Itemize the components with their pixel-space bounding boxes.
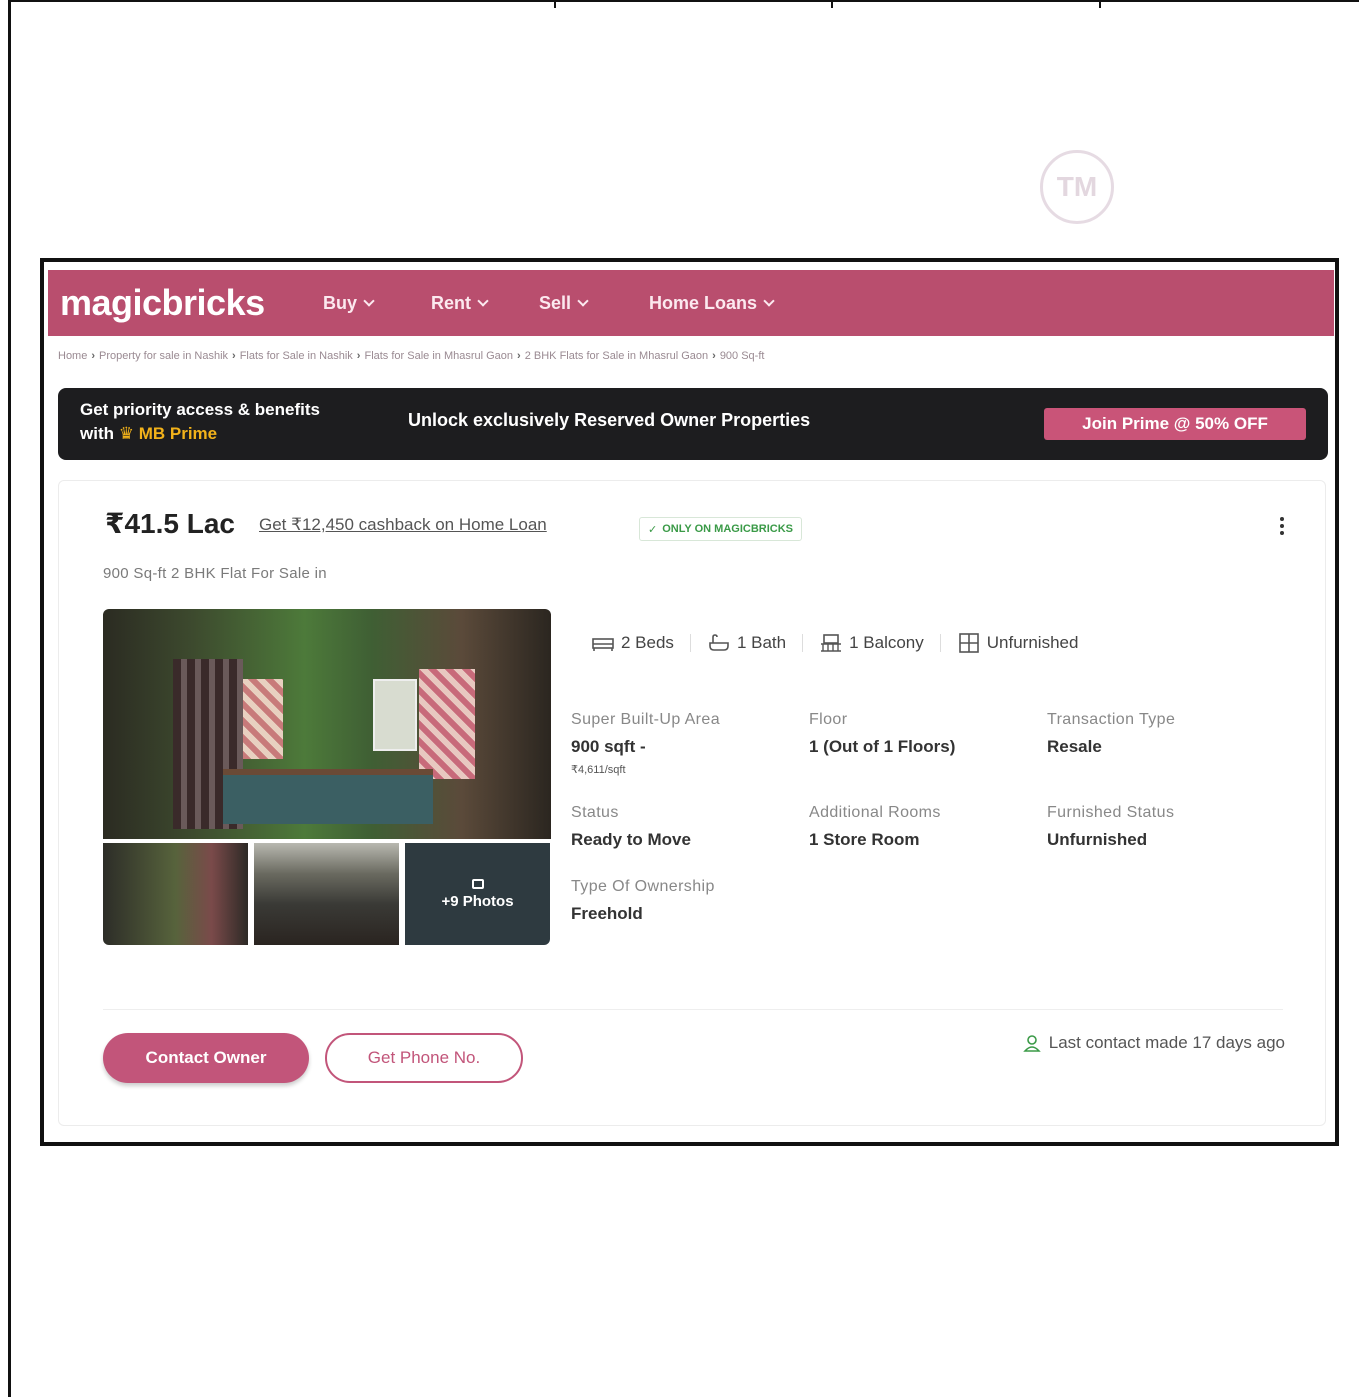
breadcrumb-link[interactable]: Flats for Sale in Mhasrul Gaon <box>364 350 513 362</box>
breadcrumb-link[interactable]: Flats for Sale in Nashik <box>240 350 353 362</box>
property-details: Super Built-Up Area 900 sqft - ₹4,611/sq… <box>571 711 1291 952</box>
badge-label: ONLY ON MAGICBRICKS <box>662 523 794 535</box>
feature-beds: 2 Beds <box>591 633 674 653</box>
logo[interactable]: magicbricks <box>60 282 320 324</box>
trademark-watermark: TM <box>1040 150 1114 224</box>
detail-value: Unfurnished <box>1047 830 1148 849</box>
price-per-sqft: ₹4,611/sqft <box>571 764 626 776</box>
more-photos-button[interactable]: +9 Photos <box>405 843 550 945</box>
detail-label: Furnished Status <box>1047 804 1175 821</box>
prime-benefits-text: Get priority access & benefits with ♛ MB… <box>80 398 320 446</box>
bath-icon <box>709 634 729 651</box>
prime-line1: Get priority access & benefits <box>80 400 320 419</box>
more-photos-label: +9 Photos <box>441 892 514 910</box>
furnishing-label: Unfurnished <box>986 633 1079 652</box>
nav-rent[interactable]: Rent <box>431 292 489 314</box>
last-contact-info: Last contact made 17 days ago <box>1022 1033 1285 1053</box>
balcony-icon <box>821 634 842 652</box>
nav-sell[interactable]: Sell <box>539 292 589 314</box>
detail-super-area: Super Built-Up Area 900 sqft - ₹4,611/sq… <box>571 711 809 776</box>
detail-floor: Floor 1 (Out of 1 Floors) <box>809 711 1047 776</box>
listing-subtitle: 900 Sq-ft 2 BHK Flat For Sale in <box>103 565 327 582</box>
nav-buy-label: Buy <box>323 292 358 313</box>
prime-headline: Unlock exclusively Reserved Owner Proper… <box>408 410 811 430</box>
chevron-down-icon <box>477 295 489 307</box>
divider <box>103 1009 1283 1010</box>
detail-furnished-status: Furnished Status Unfurnished <box>1047 804 1285 850</box>
listing-card: ₹41.5 Lac Get ₹12,450 cashback on Home L… <box>58 480 1326 1126</box>
balcony-label: 1 Balcony <box>849 633 924 652</box>
nav-buy[interactable]: Buy <box>323 292 375 314</box>
nav-rent-label: Rent <box>431 292 472 313</box>
detail-label: Type Of Ownership <box>571 878 715 895</box>
screenshot-panel: magicbricks Buy Rent Sell Home Loans Hom… <box>40 258 1339 1146</box>
breadcrumb-separator: › <box>232 350 236 362</box>
check-icon: ✓ <box>648 523 658 536</box>
nav-home-loans-label: Home Loans <box>649 292 758 313</box>
join-prime-button[interactable]: Join Prime @ 50% OFF <box>1044 408 1306 440</box>
detail-value: 1 (Out of 1 Floors) <box>809 737 956 756</box>
breadcrumb: Home › Property for sale in Nashik › Flats… <box>58 350 764 362</box>
detail-value: 1 Store Room <box>809 830 920 849</box>
photo-thumbnail[interactable] <box>103 843 248 945</box>
detail-label: Super Built-Up Area <box>571 711 721 728</box>
nav-sell-label: Sell <box>539 292 572 313</box>
photo-icon <box>471 878 484 889</box>
more-options-icon[interactable] <box>1279 517 1285 535</box>
detail-label: Floor <box>809 711 848 728</box>
detail-value: 900 sqft - <box>571 737 646 756</box>
prime-line2: with ♛ MB Prime <box>80 422 320 446</box>
breadcrumb-current: 900 Sq-ft <box>719 350 765 362</box>
detail-value: Ready to Move <box>571 830 691 849</box>
breadcrumb-link[interactable]: 2 BHK Flats for Sale in Mhasrul Gaon <box>525 350 708 362</box>
detail-transaction-type: Transaction Type Resale <box>1047 711 1285 776</box>
prime-with: with <box>80 424 114 443</box>
frame-tick <box>1099 2 1101 8</box>
main-photo[interactable] <box>103 609 551 839</box>
crown-icon: ♛ <box>118 424 134 443</box>
breadcrumb-link[interactable]: Property for sale in Nashik <box>99 350 228 362</box>
nav-home-loans[interactable]: Home Loans <box>649 292 775 314</box>
breadcrumb-separator: › <box>712 350 716 362</box>
bed-icon <box>592 638 614 651</box>
chevron-down-icon <box>577 295 589 307</box>
breadcrumb-separator: › <box>91 350 96 362</box>
bath-label: 1 Bath <box>736 633 787 652</box>
last-contact-text: Last contact made 17 days ago <box>1048 1033 1285 1052</box>
detail-value: Freehold <box>571 904 643 923</box>
detail-ownership: Type Of Ownership Freehold <box>571 878 809 924</box>
chevron-down-icon <box>763 295 775 307</box>
frame-tick <box>831 2 833 8</box>
prime-banner: Get priority access & benefits with ♛ MB… <box>58 388 1328 460</box>
detail-label: Additional Rooms <box>809 804 941 821</box>
breadcrumb-separator: › <box>356 350 361 362</box>
only-on-magicbricks-badge: ✓ ONLY ON MAGICBRICKS <box>639 517 803 541</box>
feature-balcony: 1 Balcony <box>819 633 924 653</box>
beds-label: 2 Beds <box>621 633 674 652</box>
frame-tick <box>554 2 556 8</box>
contact-owner-button[interactable]: Contact Owner <box>103 1033 309 1083</box>
user-icon <box>1022 1035 1041 1052</box>
photo-gallery: +9 Photos <box>103 609 551 945</box>
detail-label: Transaction Type <box>1047 711 1176 728</box>
breadcrumb-separator: › <box>517 350 521 362</box>
furnishing-icon <box>958 633 979 653</box>
price: ₹41.5 Lac <box>105 508 236 539</box>
detail-value: Resale <box>1047 737 1102 756</box>
photo-thumbnail[interactable] <box>254 843 399 945</box>
prime-brand: MB Prime <box>138 424 218 443</box>
cashback-link[interactable]: Get ₹12,450 cashback on Home Loan <box>259 515 547 535</box>
detail-status: Status Ready to Move <box>571 804 809 850</box>
breadcrumb-link[interactable]: Home <box>58 350 87 362</box>
feature-bath: 1 Bath <box>707 633 786 653</box>
feature-furnishing: Unfurnished <box>957 633 1079 653</box>
detail-label: Status <box>571 804 619 821</box>
top-nav: magicbricks Buy Rent Sell Home Loans <box>48 270 1334 336</box>
feature-summary: 2 Beds 1 Bath 1 Balcony Unfurnished <box>591 633 1078 653</box>
detail-additional-rooms: Additional Rooms 1 Store Room <box>809 804 1047 850</box>
get-phone-button[interactable]: Get Phone No. <box>325 1033 523 1083</box>
chevron-down-icon <box>363 295 375 307</box>
